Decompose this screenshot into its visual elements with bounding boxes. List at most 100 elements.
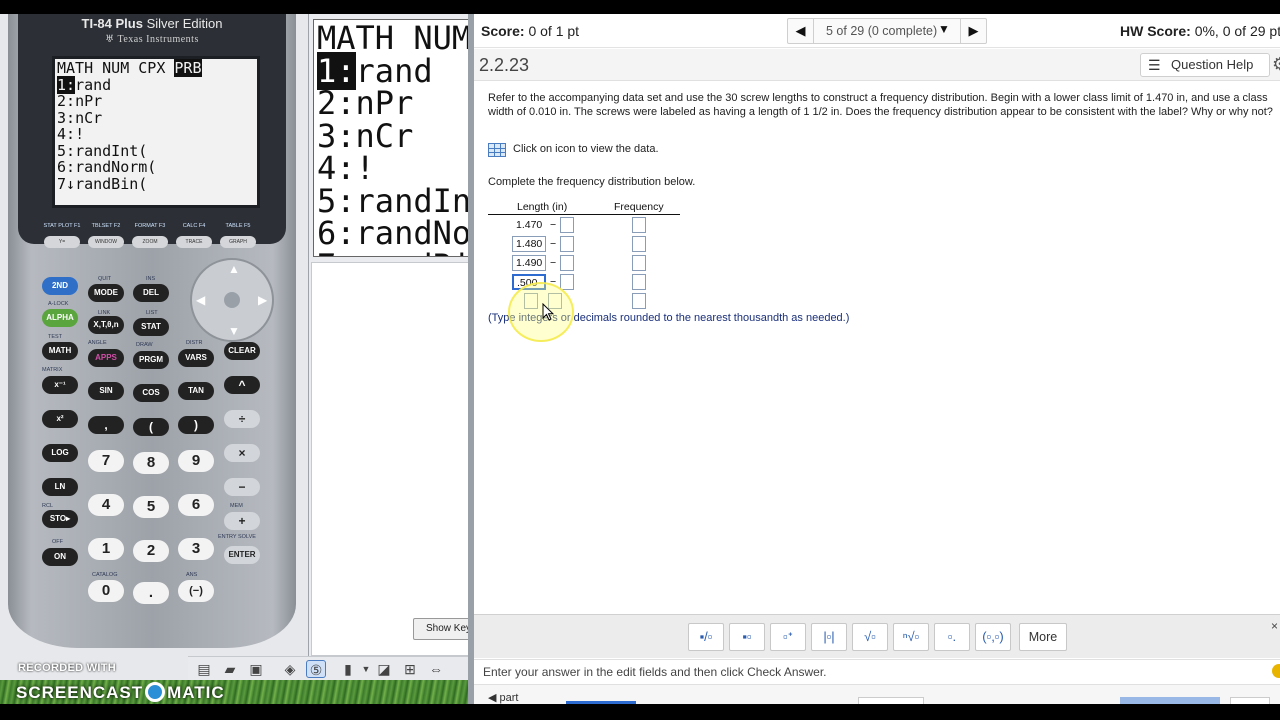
key-alpha[interactable]: ALPHA	[42, 309, 78, 327]
key-math[interactable]: MATH	[42, 342, 78, 360]
key-divide[interactable]: ÷	[224, 410, 260, 428]
next-question-button[interactable]: ▶	[960, 19, 986, 43]
key-cos[interactable]: COS	[133, 384, 169, 402]
close-palette-icon[interactable]: ×	[1271, 619, 1278, 633]
square-root-button[interactable]: √▫	[852, 623, 888, 651]
key-6[interactable]: 6	[178, 494, 214, 516]
key-sto[interactable]: STO▸	[42, 510, 78, 528]
key-ln[interactable]: LN	[42, 478, 78, 496]
frequency-input[interactable]	[632, 217, 646, 233]
key-prgm[interactable]: PRGM	[133, 351, 169, 369]
function-key-label: TABLE F5	[225, 223, 251, 229]
mixed-number-button[interactable]: ▪▫	[729, 623, 765, 651]
key-tan[interactable]: TAN	[178, 382, 214, 400]
exponent-button[interactable]: ▫ᐩ	[770, 623, 806, 651]
triangle-right-icon: ▶	[968, 23, 979, 38]
ordered-pair-button[interactable]: (▫,▫)	[975, 623, 1011, 651]
frequency-input[interactable]	[632, 236, 646, 252]
key-0[interactable]: 0	[88, 580, 124, 602]
image-icon[interactable]: ▣	[246, 660, 266, 678]
nth-root-button[interactable]: ⁿ√▫	[893, 623, 929, 651]
key-2nd[interactable]: 2ND	[42, 277, 78, 295]
key-xton[interactable]: X,T,θ,n	[88, 316, 124, 334]
key-7[interactable]: 7	[88, 450, 124, 472]
absolute-value-button[interactable]: |▫|	[811, 623, 847, 651]
view-data-link[interactable]: Click on icon to view the data.	[513, 143, 659, 155]
key-power[interactable]: ^	[224, 376, 260, 394]
settings-icon[interactable]: ⇔	[426, 660, 446, 678]
key-lparen[interactable]: (	[133, 418, 169, 436]
range-dash: −	[550, 219, 557, 231]
question-help-button[interactable]: ☰ Question Help	[1140, 53, 1270, 77]
more-button[interactable]: More	[1019, 623, 1067, 651]
key-on[interactable]: ON	[42, 548, 78, 566]
upper-limit-input[interactable]	[560, 255, 574, 271]
key-8[interactable]: 8	[133, 452, 169, 474]
arrow-pad[interactable]: ▲ ▼ ◀ ▶	[190, 258, 274, 342]
upper-limit-input[interactable]	[560, 236, 574, 252]
dropdown-icon[interactable]: ▼	[356, 660, 376, 678]
function-key[interactable]: GRAPH	[220, 236, 256, 248]
hw-score-value: 0%, 0 of 29 pt	[1194, 23, 1280, 39]
key-rparen[interactable]: )	[178, 416, 214, 434]
key-xsquared[interactable]: x²	[42, 410, 78, 428]
key-mode[interactable]: MODE	[88, 284, 124, 302]
function-key[interactable]: WINDOW	[88, 236, 124, 248]
handheld-icon[interactable]: ▮	[338, 660, 358, 678]
key-9[interactable]: 9	[178, 450, 214, 472]
decimal-button[interactable]: ▫.	[934, 623, 970, 651]
key-multiply[interactable]: ×	[224, 444, 260, 462]
arrow-down-icon[interactable]: ▼	[228, 324, 240, 338]
gear-icon[interactable]: ⚙	[1272, 54, 1280, 75]
frequency-input[interactable]	[632, 255, 646, 271]
frequency-input[interactable]	[632, 274, 646, 290]
arrow-right-icon[interactable]: ▶	[258, 293, 267, 307]
caret-down-icon[interactable]: ▼	[938, 22, 950, 36]
key-5[interactable]: 5	[133, 496, 169, 518]
folder-icon[interactable]: ▰	[220, 660, 240, 678]
key-enter[interactable]: ENTER	[224, 546, 260, 564]
screenshot-icon[interactable]: ◪	[374, 660, 394, 678]
key-apps[interactable]: APPS	[88, 349, 124, 367]
calculator-mode-icon[interactable]: ⑤	[306, 660, 326, 678]
lower-limit-input[interactable]: 1.480	[512, 236, 546, 252]
key-sin[interactable]: SIN	[88, 382, 124, 400]
key-comma[interactable]: ,	[88, 416, 124, 434]
function-key[interactable]: Y=	[44, 236, 80, 248]
keypress-icon[interactable]: ⊞	[400, 660, 420, 678]
cube-icon[interactable]: ◈	[280, 660, 300, 678]
key-negate[interactable]: (−)	[178, 580, 214, 602]
fraction-button[interactable]: ▪/▫	[688, 623, 724, 651]
key-4[interactable]: 4	[88, 494, 124, 516]
key-log[interactable]: LOG	[42, 444, 78, 462]
screencast-word: SCREENCAST	[16, 683, 144, 702]
show-keypad-button[interactable]: Show Key	[413, 618, 473, 640]
data-table-icon[interactable]	[488, 143, 506, 157]
key-del[interactable]: DEL	[133, 284, 169, 302]
arrow-up-icon[interactable]: ▲	[228, 262, 240, 276]
lower-limit-input[interactable]: 1.490	[512, 255, 546, 271]
upper-limit-input[interactable]	[560, 274, 574, 290]
question-position[interactable]: 5 of 29 (0 complete)	[826, 24, 937, 38]
arrow-left-icon[interactable]: ◀	[196, 293, 205, 307]
key-2[interactable]: 2	[133, 540, 169, 562]
key-3[interactable]: 3	[178, 538, 214, 560]
instruction-bar: Enter your answer in the edit fields and…	[474, 659, 1280, 683]
key-xinv[interactable]: x⁻¹	[42, 376, 78, 394]
previous-question-button[interactable]: ◀	[788, 19, 814, 43]
matic-word: MATIC	[167, 683, 225, 702]
key-vars[interactable]: VARS	[178, 349, 214, 367]
calc-screen-line-text: randNorm(	[75, 158, 157, 176]
function-key[interactable]: ZOOM	[132, 236, 168, 248]
key-stat[interactable]: STAT	[133, 318, 169, 336]
key-1[interactable]: 1	[88, 538, 124, 560]
key-add[interactable]: +	[224, 512, 260, 530]
key-clear[interactable]: CLEAR	[224, 342, 260, 360]
frequency-input[interactable]	[632, 293, 646, 309]
key-subtract[interactable]: −	[224, 478, 260, 496]
zoom-display-panel: MATH NUM CPX PRB1:rand2:nPr3:nCr4:!5:ran…	[308, 14, 473, 704]
upper-limit-input[interactable]	[560, 217, 574, 233]
function-key[interactable]: TRACE	[176, 236, 212, 248]
key-decimal[interactable]: .	[133, 582, 169, 604]
document-icon[interactable]: ▤	[194, 660, 214, 678]
